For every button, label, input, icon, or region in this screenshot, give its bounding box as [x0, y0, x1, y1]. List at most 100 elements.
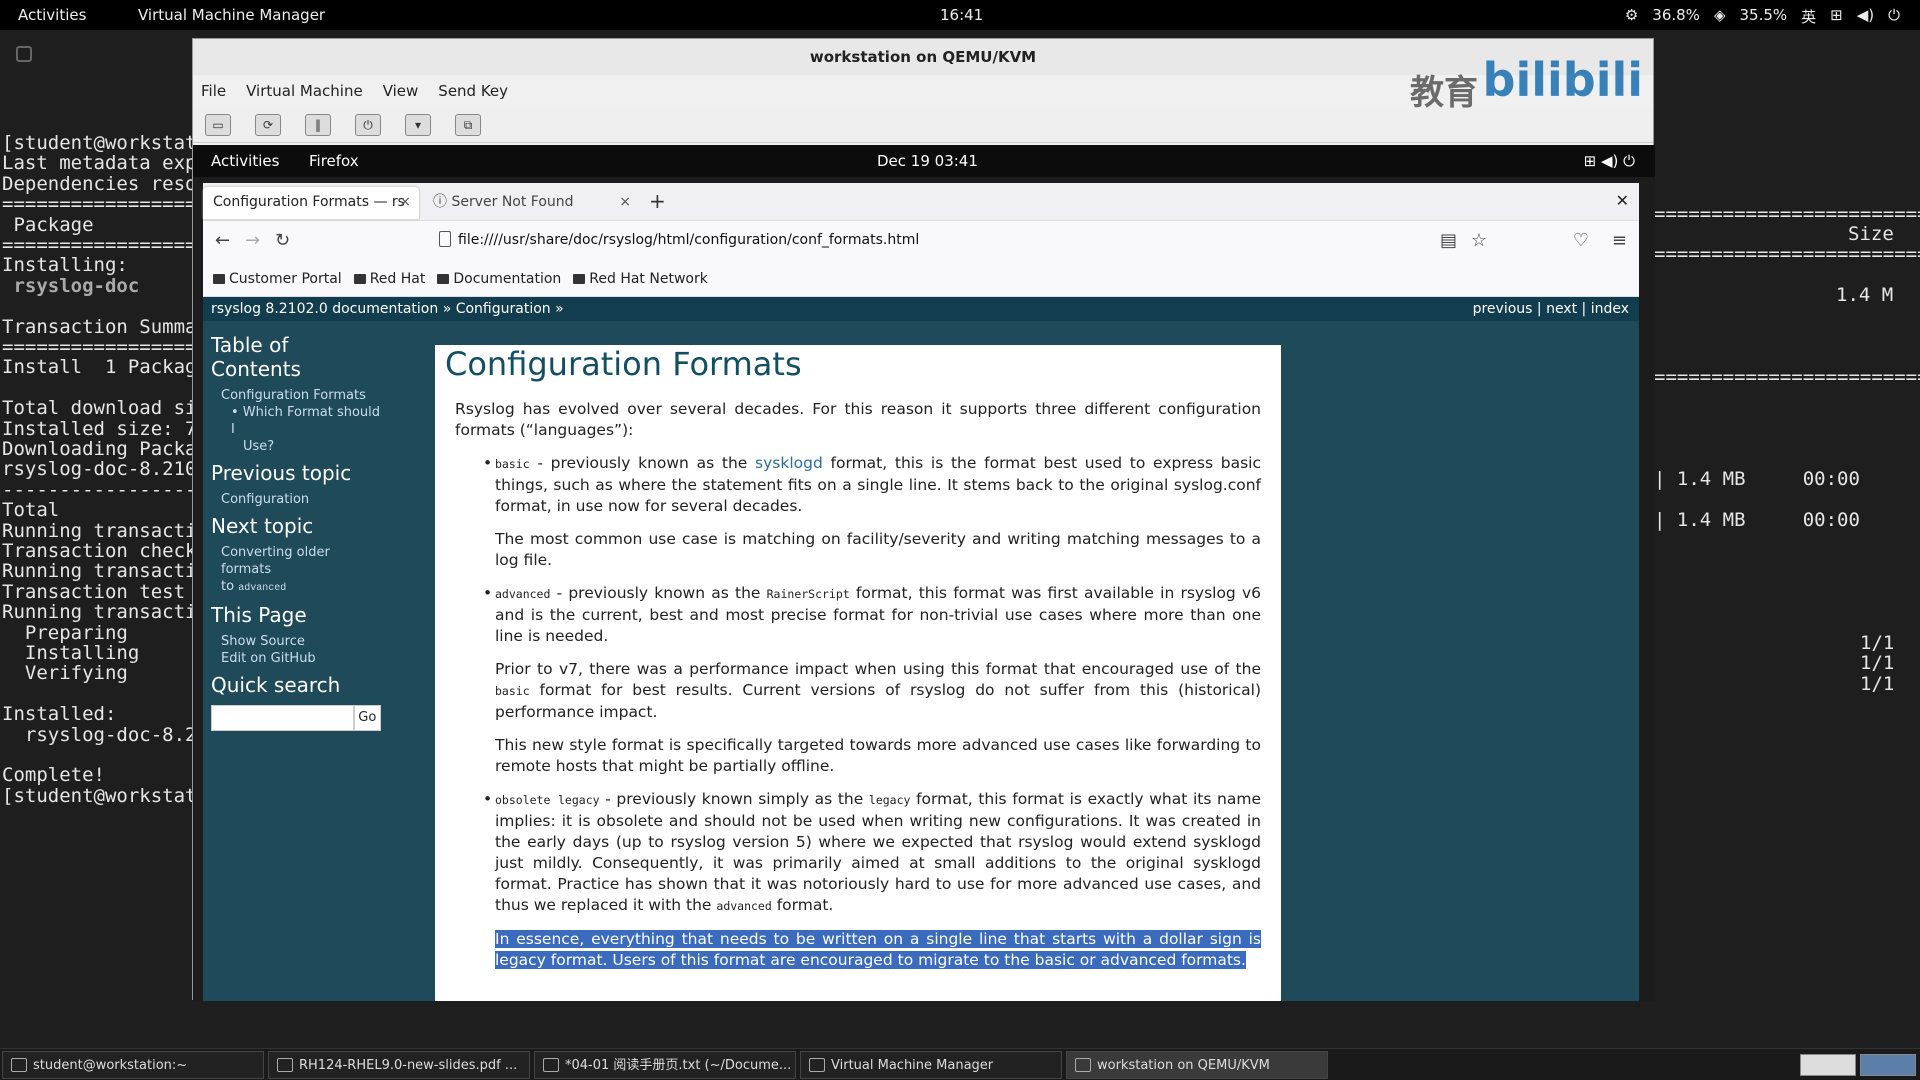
terminal-download-2: | 1.4 MB 00:00 [1654, 509, 1860, 531]
menu-send-key[interactable]: Send Key [438, 82, 508, 100]
bookmark-customer-portal[interactable]: Customer Portal [213, 271, 342, 287]
host-clock[interactable]: 16:41 [940, 6, 983, 24]
list-item-basic: • basic - previously known as the sysklo… [483, 453, 1261, 571]
search-go-button[interactable]: Go [353, 705, 381, 731]
terminal-icon [16, 46, 32, 62]
toc-link-which-format[interactable]: • Which Format should I Use? [211, 404, 381, 455]
task-pdf-viewer[interactable]: RH124-RHEL9.0-new-slides.pdf ... [268, 1051, 530, 1079]
guest-tray-icons[interactable]: ⊞ ◀) ⏻ [1584, 152, 1635, 170]
power-on-button[interactable]: ⟳ [255, 113, 281, 136]
console-view-button[interactable]: ▭ [205, 113, 231, 136]
volume-icon: ◀) [1856, 6, 1875, 24]
close-tab-icon[interactable]: × [399, 187, 411, 217]
terminal-line: Running transacti [2, 560, 197, 583]
memory-icon: ◈ [1713, 6, 1726, 24]
toc-link-configuration-formats[interactable]: Configuration Formats [211, 387, 381, 404]
bookmark-red-hat-network[interactable]: Red Hat Network [573, 271, 708, 287]
sysklogd-link[interactable]: sysklogd [755, 454, 823, 472]
code-legacy: legacy [868, 793, 911, 807]
toc-link-text: Use? [243, 439, 275, 454]
terminal-line: Installed: [2, 703, 117, 726]
bookmark-documentation[interactable]: Documentation [437, 271, 561, 287]
input-method-indicator[interactable]: 英 [1801, 6, 1816, 27]
forward-icon[interactable]: → [245, 230, 260, 251]
terminal-progress-1: 1/1 [1860, 632, 1895, 654]
tab-configuration-formats[interactable]: Configuration Formats — rs × [203, 187, 419, 219]
shutdown-button[interactable]: ⏻ [355, 113, 381, 136]
tab-title: Server Not Found [451, 194, 574, 210]
host-activities-button[interactable]: Activities [18, 6, 86, 24]
menu-virtual-machine[interactable]: Virtual Machine [246, 82, 363, 100]
close-window-icon[interactable]: ✕ [1616, 191, 1629, 210]
terminal-line: Verifying [2, 662, 128, 685]
reader-view-icon[interactable]: ▤ [1440, 230, 1457, 251]
list-item-text: advanced - previously known as the Raine… [495, 583, 1261, 647]
workspace-2[interactable] [1860, 1054, 1916, 1076]
url-bar[interactable]: file:////usr/share/doc/rsyslog/html/conf… [458, 232, 919, 248]
next-topic-link[interactable]: Converting older formats to advanced [211, 544, 381, 597]
new-tab-button[interactable]: + [649, 189, 666, 213]
list-item-paragraph: Prior to v7, there was a performance imp… [495, 659, 1261, 723]
reload-icon[interactable]: ↻ [275, 230, 290, 251]
breadcrumb[interactable]: rsyslog 8.2102.0 documentation » Configu… [211, 301, 564, 317]
bookmark-star-icon[interactable]: ☆ [1471, 230, 1487, 251]
terminal-icon [11, 1058, 27, 1072]
snapshot-button[interactable]: ⧉ [455, 113, 481, 136]
list-item-text: obsolete legacy - previously known simpl… [495, 789, 1261, 917]
guest-display[interactable]: Activities Firefox Dec 19 03:41 ⊞ ◀) ⏻ C… [193, 145, 1655, 1001]
doc-page: rsyslog 8.2102.0 documentation » Configu… [203, 297, 1639, 1001]
memory-usage: 35.5% [1739, 6, 1788, 24]
terminal-progress-2: 1/1 [1860, 652, 1895, 674]
bookmark-icon [213, 273, 225, 284]
terminal-size-value: 1.4 M [1836, 284, 1894, 306]
menu-view[interactable]: View [383, 82, 419, 100]
guest-clock[interactable]: Dec 19 03:41 [877, 152, 978, 170]
shutdown-menu-icon[interactable]: ▾ [405, 113, 431, 136]
show-source-link[interactable]: Show Source [211, 633, 381, 650]
host-app-menu[interactable]: Virtual Machine Manager [138, 6, 325, 24]
edit-on-github-link[interactable]: Edit on GitHub [211, 650, 381, 667]
next-topic-heading: Next topic [211, 514, 314, 538]
hamburger-menu-icon[interactable]: ≡ [1612, 230, 1627, 251]
menu-file[interactable]: File [201, 82, 226, 100]
close-tab-icon[interactable]: × [619, 187, 631, 217]
bookmark-label: Customer Portal [229, 270, 342, 287]
bookmark-red-hat[interactable]: Red Hat [353, 271, 425, 287]
guest-activities-button[interactable]: Activities [211, 152, 279, 170]
guest-firefox-menu[interactable]: Firefox [309, 152, 359, 170]
search-input[interactable] [211, 705, 354, 731]
vm-console-window[interactable]: workstation on QEMU/KVM 教育 bilibili File… [192, 38, 1655, 1001]
terminal-line: ================== [2, 193, 208, 216]
network-icon: ⊞ [1830, 6, 1843, 24]
task-terminal[interactable]: student@workstation:~ [2, 1051, 264, 1079]
task-virt-manager[interactable]: Virtual Machine Manager [800, 1051, 1062, 1079]
tab-server-not-found[interactable]: ⓘ Server Not Found × [423, 187, 639, 219]
pause-button[interactable]: ‖ [305, 113, 331, 136]
list-item-advanced: • advanced - previously known as the Rai… [483, 583, 1261, 777]
cpu-usage: 36.8% [1652, 6, 1700, 24]
prev-next-index-links[interactable]: previous | next | index [1473, 301, 1629, 317]
workspace-1[interactable] [1800, 1054, 1856, 1076]
terminal-line: Package [2, 213, 94, 236]
pocket-icon[interactable]: ♡ [1573, 230, 1589, 251]
terminal-line: rsyslog-doc-8.210 [2, 458, 197, 481]
firefox-window[interactable]: Configuration Formats — rs × ⓘ Server No… [203, 183, 1639, 1001]
previous-topic-link[interactable]: Configuration [211, 491, 381, 508]
cpu-icon: ⚙ [1624, 6, 1639, 24]
code-obsolete-legacy: obsolete legacy [495, 793, 600, 807]
code-rainerscript: RainerScript [766, 587, 850, 601]
selected-text: In essence, everything that needs to be … [495, 930, 1261, 969]
highlighted-paragraph: In essence, everything that needs to be … [495, 929, 1261, 971]
terminal-line: Running transacti [2, 601, 197, 624]
terminal-line: [student@workstat [2, 132, 197, 154]
terminal-line: rsyslog-doc [2, 274, 140, 297]
task-text-editor[interactable]: *04-01 阅读手册页.txt (~/Docume... [534, 1051, 796, 1079]
back-icon[interactable]: ← [215, 230, 230, 251]
bullet: • [483, 790, 493, 808]
host-system-tray[interactable]: ⚙ 36.8% ◈ 35.5% 英 ⊞ ◀) ⏻ [1625, 6, 1900, 27]
task-vm-console[interactable]: workstation on QEMU/KVM [1066, 1051, 1328, 1079]
terminal-line: [student@workstat [2, 784, 197, 807]
terminal-size-header: Size [1848, 223, 1894, 245]
watermark-text-cn: 教育 [1410, 73, 1478, 113]
terminal-line: Transaction check [2, 540, 197, 562]
